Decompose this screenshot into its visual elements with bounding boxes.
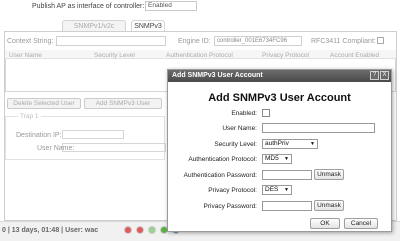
publish-ap-select[interactable]: Enabled bbox=[145, 1, 197, 11]
privacy-unmask-button[interactable]: Unmask bbox=[314, 200, 344, 211]
column-privacy-protocol[interactable]: Privacy Protocol bbox=[262, 52, 309, 59]
auth-unmask-button[interactable]: Unmask bbox=[314, 169, 344, 180]
security-level-select[interactable]: authPriv ▼ bbox=[262, 139, 318, 149]
engine-id-label: Engine ID: bbox=[178, 38, 211, 45]
security-level-value: authPriv bbox=[265, 140, 289, 147]
privacy-password-label: Privacy Password: bbox=[203, 203, 257, 210]
add-snmpv3-user-button[interactable]: Add SNMPv3 User bbox=[84, 98, 162, 109]
privacy-protocol-value: DES bbox=[265, 186, 279, 193]
delete-selected-user-button[interactable]: Delete Selected User bbox=[7, 98, 81, 109]
context-string-label: Context String: bbox=[7, 38, 54, 45]
auth-protocol-label: Authentication Protocol: bbox=[188, 156, 257, 163]
dialog-title-bar[interactable]: Add SNMPv3 User Account ? X bbox=[168, 70, 391, 82]
auth-protocol-value: MD5 bbox=[265, 155, 279, 162]
user-name-input[interactable] bbox=[262, 123, 375, 133]
auth-protocol-select[interactable]: MD5 ▼ bbox=[262, 154, 292, 164]
column-user-name[interactable]: User Name bbox=[9, 52, 42, 59]
destination-ip-label: Destination IP: bbox=[16, 132, 62, 139]
trap-legend: Trap 1 bbox=[18, 113, 41, 120]
column-auth-protocol[interactable]: Authentication Protocol bbox=[166, 52, 233, 59]
auth-password-input[interactable] bbox=[262, 170, 312, 180]
privacy-protocol-label: Privacy Protocol: bbox=[208, 187, 257, 194]
chevron-down-icon: ▼ bbox=[310, 141, 315, 147]
column-account-enabled[interactable]: Account Enabled bbox=[330, 52, 379, 59]
alarm-critical-icon[interactable] bbox=[124, 226, 132, 234]
help-icon[interactable]: ? bbox=[370, 71, 379, 80]
enabled-label: Enabled: bbox=[231, 110, 257, 117]
publish-ap-label: Publish AP as interface of controller: bbox=[32, 3, 145, 10]
rfc3411-checkbox[interactable] bbox=[377, 37, 384, 44]
engine-id-input[interactable]: controller_001E6734FC96 bbox=[214, 36, 302, 46]
security-level-label: Security Level: bbox=[214, 141, 257, 148]
user-name-label: User Name: bbox=[222, 125, 257, 132]
enabled-checkbox[interactable] bbox=[262, 109, 270, 117]
alarm-major-icon[interactable] bbox=[136, 226, 144, 234]
ok-button[interactable]: OK bbox=[310, 218, 340, 229]
close-icon[interactable]: X bbox=[380, 71, 389, 80]
alarm-minor-icon[interactable] bbox=[148, 226, 156, 234]
destination-ip-input[interactable] bbox=[62, 130, 124, 139]
auth-password-label: Authentication Password: bbox=[183, 172, 257, 179]
context-string-input[interactable] bbox=[56, 36, 166, 46]
trap-user-name-select[interactable] bbox=[62, 143, 166, 152]
cancel-button[interactable]: Cancel bbox=[344, 218, 378, 229]
chevron-down-icon: ▼ bbox=[284, 156, 289, 162]
privacy-protocol-select[interactable]: DES ▼ bbox=[262, 185, 292, 195]
rfc3411-label: RFC3411 Compliant: bbox=[311, 38, 376, 45]
chevron-down-icon: ▼ bbox=[284, 187, 289, 193]
footer-status-text: 0 | 13 days, 01:48 | User: wac bbox=[2, 227, 99, 234]
column-security-level[interactable]: Security Level bbox=[94, 52, 135, 59]
dialog-heading: Add SNMPv3 User Account bbox=[208, 92, 351, 104]
privacy-password-input[interactable] bbox=[262, 201, 312, 211]
dialog-title: Add SNMPv3 User Account bbox=[172, 72, 263, 79]
add-snmpv3-user-dialog: Add SNMPv3 User Account ? X Add SNMPv3 U… bbox=[167, 69, 392, 232]
